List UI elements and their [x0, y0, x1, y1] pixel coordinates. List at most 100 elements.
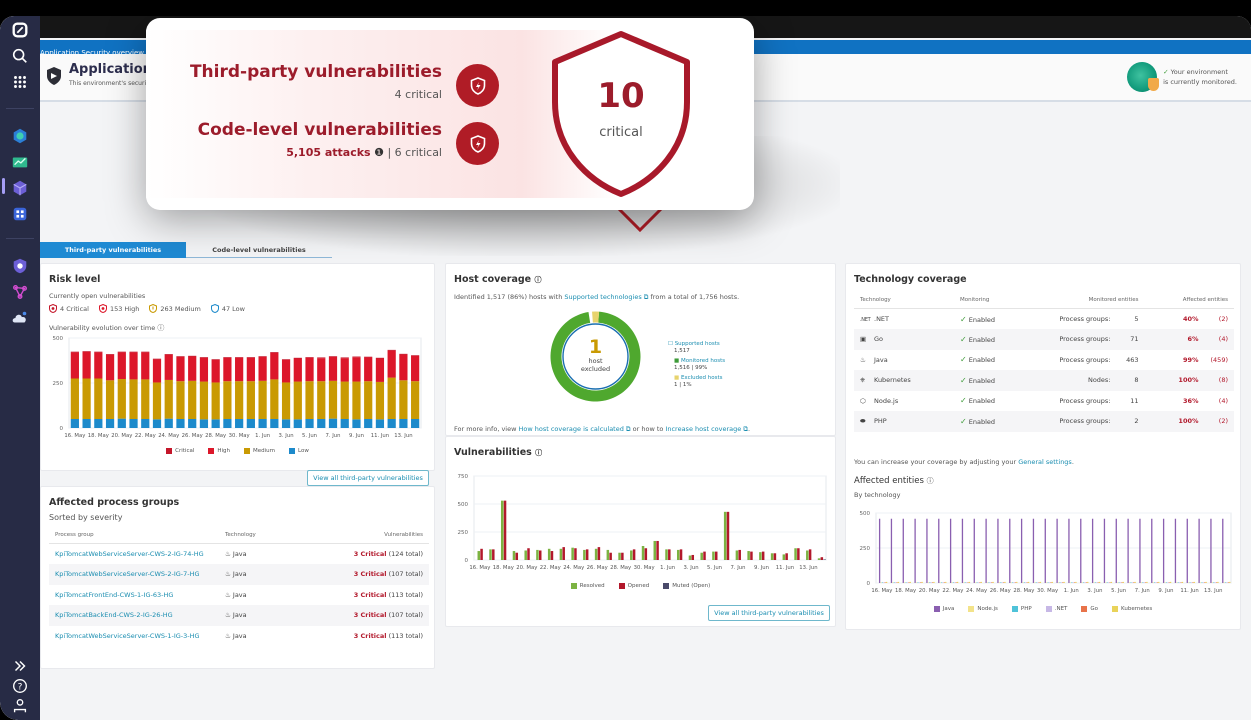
- bar-php: [940, 582, 943, 583]
- security-app-icon[interactable]: [10, 256, 30, 276]
- legend-item[interactable]: Java: [933, 606, 954, 612]
- bar-node-js: [1046, 582, 1048, 583]
- table-row[interactable]: KpiTomcatWebServiceServer-CWS-1-IG-3-HG ♨…: [49, 626, 429, 647]
- table-row[interactable]: KpiTomcatBackEnd-CWS-2-IG-26-HG ♨ Java 3 C…: [49, 605, 429, 626]
- process-group-link[interactable]: KpiTomcatFrontEnd-CWS-1-IG-63-HG: [55, 591, 173, 599]
- legend-monitored[interactable]: ■ Monitored hosts: [674, 358, 725, 365]
- infrastructure-app-icon[interactable]: [10, 126, 30, 146]
- desc-text-end: from a total of 1,756 hosts.: [648, 293, 740, 301]
- increase-host-coverage-link[interactable]: Increase host coverage: [665, 425, 741, 433]
- high-badge[interactable]: 153 High: [98, 304, 139, 313]
- info-icon[interactable]: ⓘ: [534, 276, 541, 284]
- process-group-link[interactable]: KpiTomcatWebServiceServer-CWS-1-IG-3-HG: [55, 632, 200, 640]
- apps-grid-icon[interactable]: [10, 72, 30, 92]
- table-row[interactable]: KpiTomcatWebServiceServer-CWS-2-IG-74-HG…: [49, 544, 429, 565]
- legend-item[interactable]: Resolved: [570, 583, 605, 589]
- legend-item[interactable]: High: [208, 448, 230, 454]
- legend-item[interactable]: Opened: [618, 583, 649, 589]
- process-group-link[interactable]: KpiTomcatBackEnd-CWS-2-IG-26-HG: [55, 611, 173, 619]
- info-icon[interactable]: ⓘ: [157, 324, 164, 332]
- legend-item[interactable]: PHP: [1011, 606, 1032, 612]
- legend-item[interactable]: .NET: [1045, 606, 1067, 612]
- info-icon[interactable]: ⓘ: [535, 449, 542, 457]
- table-row[interactable]: ⬡ Node.js ✓ Enabled Process groups: 11 36% (4): [854, 391, 1234, 412]
- dynatrace-logo-icon[interactable]: [10, 20, 30, 40]
- process-group-link[interactable]: KpiTomcatWebServiceServer-CWS-2-IG-7-HG: [55, 570, 200, 578]
- view-all-third-party-button-2[interactable]: View all third-party vulnerabilities: [708, 605, 830, 621]
- host-coverage-calc-link[interactable]: How host coverage is calculated: [518, 425, 623, 433]
- col-monitored-entities[interactable]: Monitored entities: [1044, 292, 1145, 309]
- bar--net: [1155, 582, 1157, 583]
- critical-badge[interactable]: 4 Critical: [49, 304, 89, 313]
- process-group-link[interactable]: KpiTomcatWebServiceServer-CWS-2-IG-74-HG: [55, 550, 204, 558]
- tab-third-party[interactable]: Third-party vulnerabilities: [40, 242, 186, 258]
- bar-java: [1127, 518, 1129, 583]
- bar-low: [352, 419, 361, 428]
- legend-item[interactable]: Node.js: [968, 606, 998, 612]
- sidebar-divider: [6, 108, 34, 109]
- table-row[interactable]: ♨ Java ✓ Enabled Process groups: 463 99% (459): [854, 350, 1234, 371]
- shield-bolt-icon: [470, 76, 485, 95]
- legend-swatch: [289, 448, 296, 454]
- legend-item[interactable]: Muted (Open): [663, 583, 710, 589]
- bar-kubernetes: [1087, 581, 1089, 583]
- legend-item[interactable]: Critical: [166, 448, 194, 454]
- col-technology[interactable]: Technology: [854, 292, 954, 309]
- bar-medium: [94, 378, 103, 419]
- supported-tech-link[interactable]: Supported technologies: [564, 293, 641, 301]
- third-party-title[interactable]: Third-party vulnerabilities: [190, 62, 442, 82]
- table-row[interactable]: KpiTomcatWebServiceServer-CWS-2-IG-7-HG ♨…: [49, 564, 429, 585]
- low-badge[interactable]: 47 Low: [210, 304, 245, 313]
- col-vulnerabilities[interactable]: Vulnerabilities: [319, 527, 429, 544]
- legend-excluded[interactable]: ■ Excluded hosts: [674, 375, 725, 382]
- user-icon[interactable]: [10, 696, 30, 716]
- info-icon[interactable]: ❶: [374, 146, 384, 159]
- table-row[interactable]: ⎈ Kubernetes ✓ Enabled Nodes: 8 100% (8): [854, 370, 1234, 391]
- app-window: ? Application Security overview Applicat…: [0, 16, 1251, 720]
- legend-supported[interactable]: ☐ Supported hosts: [668, 341, 725, 348]
- bar-go: [955, 582, 957, 583]
- table-row[interactable]: ⬬ PHP ✓ Enabled Process groups: 2 100% (2): [854, 411, 1234, 432]
- bar-resolved: [700, 552, 703, 560]
- x-tick-label: 3. Jun: [1087, 588, 1102, 594]
- legend-item[interactable]: Kubernetes: [1112, 606, 1152, 612]
- excluded-label-2: excluded: [580, 365, 611, 373]
- dashboards-app-icon[interactable]: [10, 152, 30, 172]
- expand-icon[interactable]: [10, 656, 30, 676]
- bar--net: [965, 582, 968, 583]
- hub-app-icon[interactable]: [10, 204, 30, 224]
- bar-opened: [726, 511, 730, 560]
- table-row[interactable]: KpiTomcatFrontEnd-CWS-1-IG-63-HG ♨ Java 3 …: [49, 585, 429, 606]
- bar-resolved: [571, 547, 574, 560]
- open-vulns-label: Currently open vulnerabilities: [49, 292, 146, 300]
- legend-item[interactable]: Low: [289, 448, 309, 454]
- cloud-app-icon[interactable]: [10, 308, 30, 328]
- legend-item[interactable]: Go: [1081, 606, 1098, 612]
- general-settings-link[interactable]: General settings: [1018, 458, 1072, 466]
- bar-opened: [562, 547, 565, 560]
- code-level-title[interactable]: Code-level vulnerabilities: [198, 120, 442, 140]
- services-app-icon[interactable]: [10, 178, 30, 198]
- distributed-traces-app-icon[interactable]: [10, 282, 30, 302]
- help-icon[interactable]: ?: [10, 676, 30, 696]
- bar-high: [293, 358, 302, 382]
- col-process-group[interactable]: Process group: [49, 527, 219, 544]
- bar--net: [1178, 582, 1181, 583]
- bar-kubernetes: [980, 581, 982, 583]
- code-level-shield-button[interactable]: [456, 122, 499, 165]
- bar-opened: [714, 551, 718, 560]
- medium-badge[interactable]: 263 Medium: [149, 304, 201, 313]
- col-technology[interactable]: Technology: [219, 527, 319, 544]
- legend-item[interactable]: Medium: [244, 448, 275, 454]
- search-icon[interactable]: [10, 46, 30, 66]
- col-monitoring[interactable]: Monitoring: [954, 292, 1044, 309]
- info-icon[interactable]: ⓘ: [927, 477, 934, 485]
- third-party-shield-button[interactable]: [456, 64, 499, 107]
- attacks-count[interactable]: 5,105 attacks: [286, 146, 370, 159]
- table-row[interactable]: ▣ Go ✓ Enabled Process groups: 71 6% (4): [854, 329, 1234, 350]
- col-affected-entities[interactable]: Affected entities: [1144, 292, 1234, 309]
- technology-coverage-card: Technology coverage Technology Monitorin…: [845, 263, 1241, 630]
- view-all-third-party-button[interactable]: View all third-party vulnerabilities: [307, 470, 429, 486]
- table-row[interactable]: .NET .NET ✓ Enabled Process groups: 5 40% (2): [854, 309, 1234, 330]
- bar-go: [1215, 582, 1218, 583]
